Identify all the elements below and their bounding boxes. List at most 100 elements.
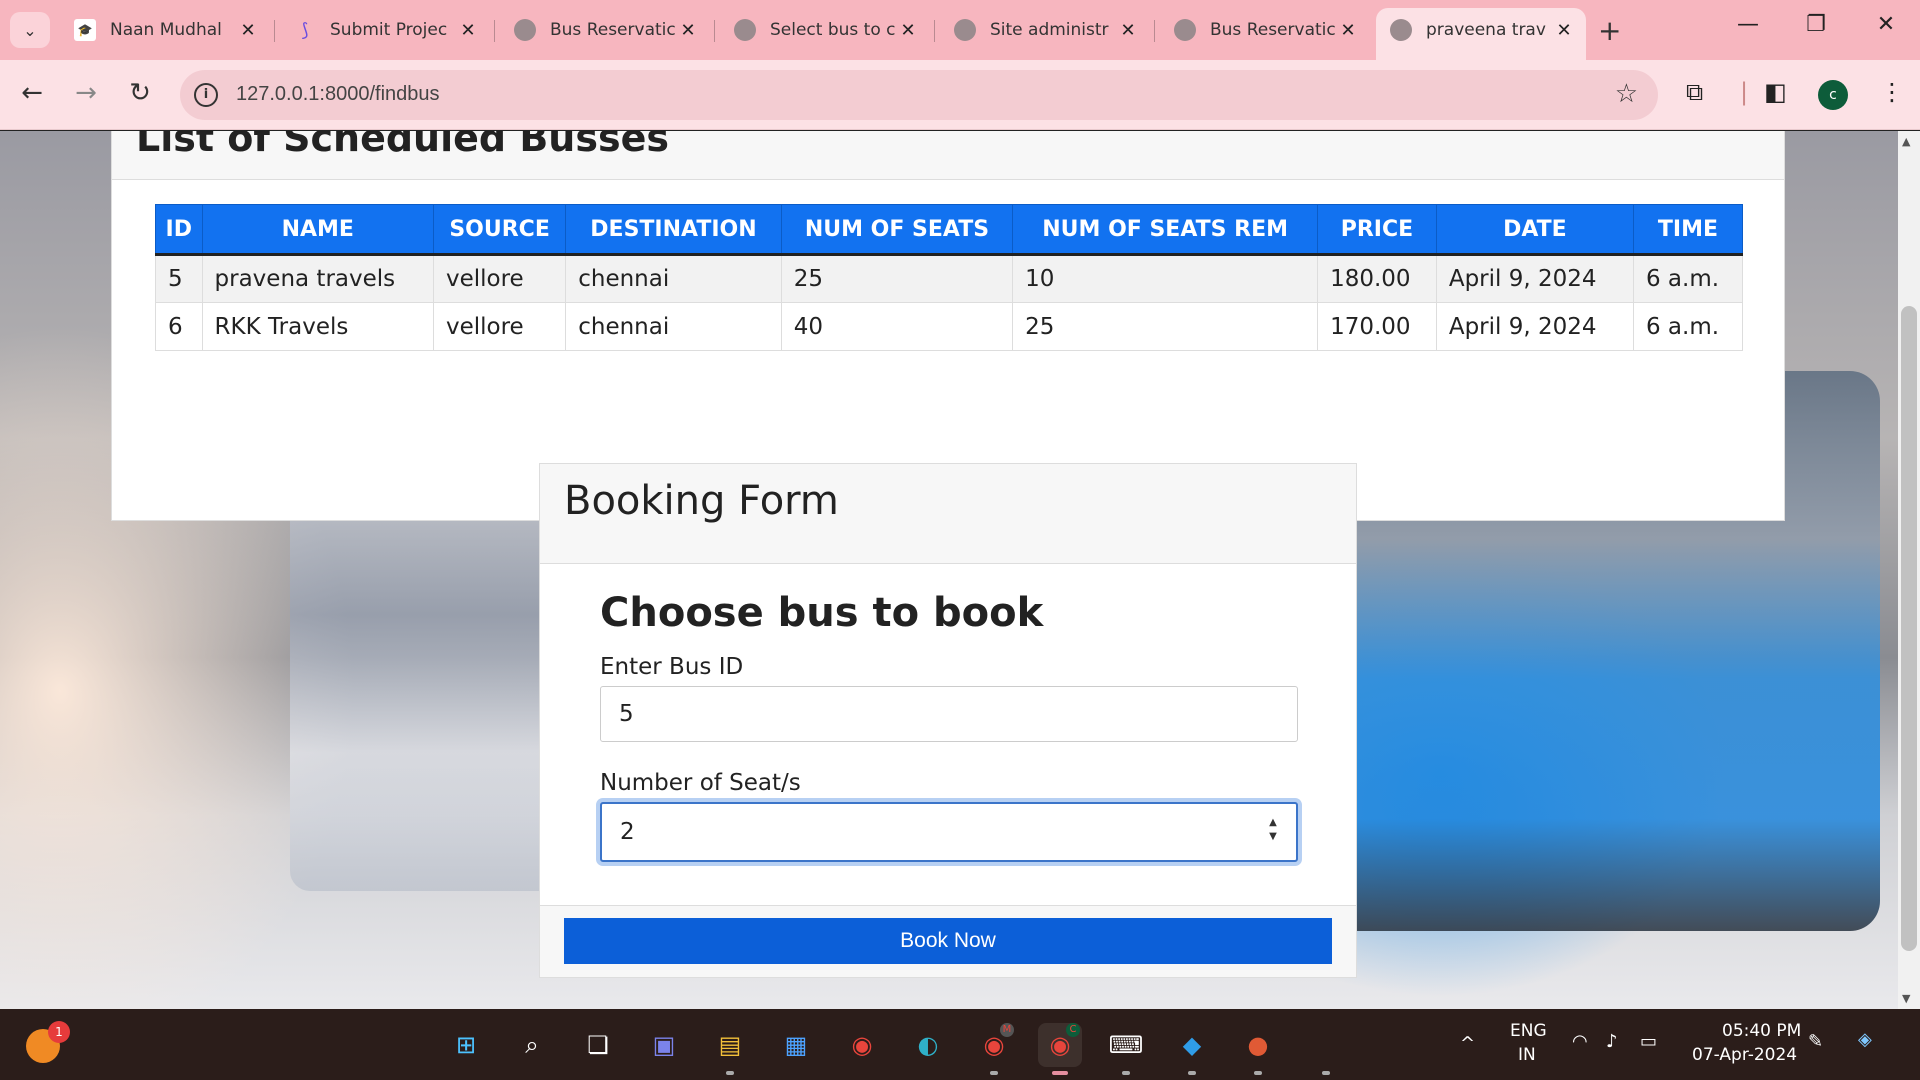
- chevron-down-icon: ⌄: [23, 20, 37, 40]
- cell-time: 6 a.m.: [1632, 302, 1744, 351]
- bookmark-star-icon[interactable]: ☆: [1615, 79, 1638, 109]
- new-tab-icon[interactable]: +: [1598, 14, 1621, 47]
- profile-avatar[interactable]: c: [1818, 80, 1848, 110]
- close-tab-icon[interactable]: ✕: [238, 20, 258, 41]
- cell-price: 170.00: [1317, 302, 1437, 351]
- browser-tab[interactable]: Bus Reservatic ✕: [1160, 8, 1370, 52]
- booking-form-card: Booking Form Choose bus to book Enter Bu…: [539, 463, 1357, 978]
- column-header: NUM OF SEATS REM: [1012, 204, 1319, 256]
- chrome-profile-c-icon[interactable]: ◉ C: [1038, 1023, 1082, 1067]
- seats-label: Number of Seat/s: [600, 770, 801, 796]
- card-header: Booking Form: [540, 464, 1356, 564]
- page-scrollbar[interactable]: ▲ ▼: [1898, 131, 1920, 1009]
- battery-icon[interactable]: ▭: [1640, 1031, 1657, 1052]
- minimize-icon[interactable]: —: [1728, 12, 1768, 37]
- browser-tab-active[interactable]: praveena trav ✕: [1376, 8, 1586, 60]
- show-hidden-icons-icon[interactable]: ^: [1460, 1033, 1475, 1054]
- notification-badge: 1: [48, 1021, 70, 1043]
- forward-icon[interactable]: →: [68, 78, 104, 108]
- table-header-row: ID NAME SOURCE DESTINATION NUM OF SEATS …: [155, 204, 1744, 256]
- close-window-icon[interactable]: ✕: [1866, 12, 1906, 37]
- cell-destination: chennai: [565, 254, 782, 303]
- card-footer: Book Now: [540, 905, 1356, 977]
- cell-time: 6 a.m.: [1632, 254, 1744, 303]
- microsoft-store-icon[interactable]: ▦: [774, 1023, 818, 1067]
- vscode-icon[interactable]: ◆: [1170, 1023, 1214, 1067]
- url-text[interactable]: 127.0.0.1:8000/findbus: [236, 83, 440, 106]
- task-view-icon[interactable]: ❏: [576, 1023, 620, 1067]
- restore-icon[interactable]: ❐: [1796, 12, 1836, 37]
- close-tab-icon[interactable]: ✕: [458, 20, 478, 41]
- globe-icon: [514, 19, 536, 41]
- site-favicon-icon: ⟆: [301, 19, 309, 41]
- tab-title: Site administr: [990, 20, 1109, 40]
- region-indicator[interactable]: IN: [1518, 1045, 1536, 1065]
- scrollbar-thumb[interactable]: [1901, 306, 1917, 951]
- close-tab-icon[interactable]: ✕: [1118, 20, 1138, 41]
- card-header: List of Scheduled Busses: [112, 131, 1784, 180]
- column-header: NUM OF SEATS: [780, 204, 1014, 256]
- language-indicator[interactable]: ENG: [1510, 1021, 1547, 1041]
- close-tab-icon[interactable]: ✕: [1338, 20, 1358, 41]
- edge-icon[interactable]: ◐: [906, 1023, 950, 1067]
- file-explorer-icon[interactable]: ▤: [708, 1023, 752, 1067]
- booking-form-title: Booking Form: [564, 478, 839, 524]
- browser-tab[interactable]: Site administr ✕: [940, 8, 1150, 52]
- reload-icon[interactable]: ↻: [122, 78, 158, 108]
- close-tab-icon[interactable]: ✕: [678, 20, 698, 41]
- stepper-down-icon[interactable]: ▼: [1269, 830, 1277, 844]
- browser-tab[interactable]: 🎓 Naan Mudhal ✕: [60, 8, 270, 52]
- column-header: TIME: [1632, 204, 1744, 256]
- volume-icon[interactable]: ♪: [1606, 1031, 1618, 1052]
- search-icon[interactable]: ⌕: [510, 1023, 554, 1067]
- column-header: PRICE: [1317, 204, 1437, 256]
- chrome-profile-m-icon[interactable]: ◉ M: [972, 1023, 1016, 1067]
- bus-id-input[interactable]: 5: [600, 686, 1298, 742]
- cell-id: 5: [155, 254, 203, 303]
- globe-icon: [1390, 19, 1412, 41]
- close-tab-icon[interactable]: ✕: [898, 20, 918, 41]
- stepper-up-icon[interactable]: ▲: [1269, 816, 1277, 830]
- close-tab-icon[interactable]: ✕: [1554, 20, 1574, 41]
- seats-number-input[interactable]: 2 ▲ ▼: [600, 802, 1298, 862]
- number-stepper[interactable]: ▲ ▼: [1264, 816, 1282, 844]
- kebab-menu-icon[interactable]: ⋮: [1880, 78, 1904, 106]
- windows-start-icon[interactable]: ⊞: [444, 1023, 488, 1067]
- site-favicon-icon: 🎓: [74, 19, 96, 41]
- side-panel-icon[interactable]: ◧: [1764, 78, 1787, 106]
- tab-search-button[interactable]: ⌄: [10, 12, 50, 48]
- tab-title: Bus Reservatic: [1210, 20, 1336, 40]
- browser-tab-strip: ⌄ 🎓 Naan Mudhal ✕ ⟆ Submit Projec ✕ Bus …: [0, 0, 1920, 60]
- page-viewport: List of Scheduled Busses ID NAME SOURCE …: [0, 131, 1898, 1009]
- clock-time[interactable]: 05:40 PM: [1722, 1021, 1801, 1041]
- browser-tab[interactable]: Select bus to c ✕: [720, 8, 930, 52]
- teams-chat-icon[interactable]: ▣: [642, 1023, 686, 1067]
- browser-tab[interactable]: Bus Reservatic ✕: [500, 8, 710, 52]
- tab-title: praveena trav: [1426, 20, 1546, 40]
- profile-badge: C: [1066, 1023, 1080, 1037]
- notifications-icon[interactable]: ✎: [1808, 1031, 1823, 1052]
- terminal-icon[interactable]: ⌨: [1104, 1023, 1148, 1067]
- cell-num-seats: 40: [780, 302, 1014, 351]
- cell-date: April 9, 2024: [1435, 302, 1634, 351]
- toolbar-divider: |: [1740, 78, 1749, 106]
- wifi-icon[interactable]: ◠: [1572, 1031, 1588, 1052]
- powerpoint-icon[interactable]: ●: [1236, 1023, 1280, 1067]
- cell-date: April 9, 2024: [1435, 254, 1634, 303]
- back-icon[interactable]: ←: [14, 78, 50, 108]
- cell-seats-remaining: 10: [1012, 254, 1319, 303]
- scroll-up-icon[interactable]: ▲: [1902, 135, 1910, 148]
- book-now-button[interactable]: Book Now: [564, 918, 1332, 964]
- column-header: SOURCE: [432, 204, 567, 256]
- chrome-icon[interactable]: ◉: [840, 1023, 884, 1067]
- site-info-icon[interactable]: i: [194, 83, 218, 107]
- windows-taskbar: 1 ⊞ ⌕ ❏ ▣ ▤ ▦ ◉ ◐ ◉ M ◉ C ⌨ ◆ ● ^ ENG IN ◠…: [0, 1009, 1920, 1080]
- clock-date[interactable]: 07-Apr-2024: [1692, 1045, 1797, 1065]
- address-bar[interactable]: i 127.0.0.1:8000/findbus ☆: [180, 70, 1658, 120]
- browser-tab[interactable]: ⟆ Submit Projec ✕: [280, 8, 490, 52]
- tab-title: Submit Projec: [330, 20, 448, 40]
- extensions-icon[interactable]: ⧉: [1686, 78, 1703, 106]
- column-header: DESTINATION: [565, 204, 782, 256]
- copilot-icon[interactable]: ◈: [1858, 1029, 1872, 1050]
- scroll-down-icon[interactable]: ▼: [1902, 992, 1910, 1005]
